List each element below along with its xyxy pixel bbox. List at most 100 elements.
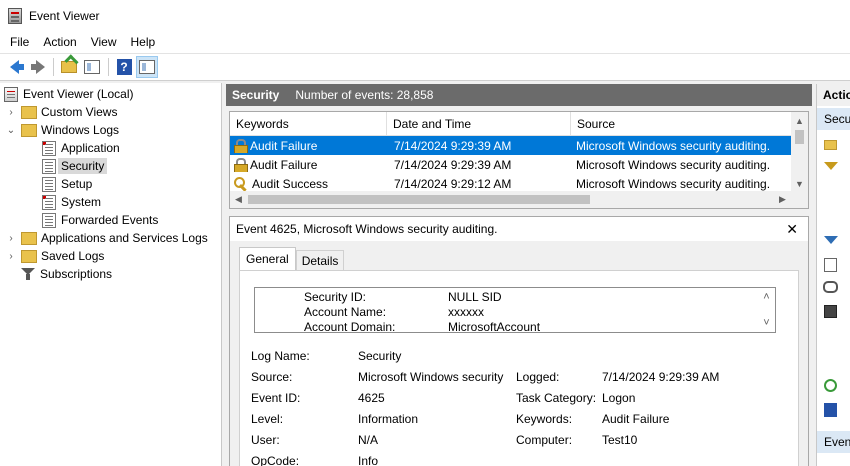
subscriptions-icon [21,267,35,281]
event-viewer-icon [4,86,18,102]
computer-value: Test10 [602,433,638,447]
show-hide-console-tree-button[interactable] [81,56,103,78]
save-icon[interactable] [824,305,837,318]
actions-header: Actio [817,84,850,106]
event-id-value: 4625 [358,391,385,405]
log-icon [42,212,56,228]
scroll-right-icon[interactable]: ▶ [774,191,791,208]
tree-item-saved-logs[interactable]: › Saved Logs [5,247,104,265]
tab-details[interactable]: Details [295,250,345,270]
chevron-right-icon[interactable]: › [5,251,17,262]
up-folder-icon [61,61,77,73]
message-line: Account Name: xxxxxx [304,305,484,319]
event-detail-title: Event 4625, Microsoft Windows security a… [230,217,808,241]
folder-icon [21,123,37,137]
folder-icon [21,249,37,263]
message-line: Security ID: NULL SID [304,290,502,304]
event-row[interactable]: Audit Failure 7/14/2024 9:29:39 AM Micro… [230,136,791,155]
scroll-up-icon[interactable]: ▲ [791,112,808,129]
properties-icon[interactable] [824,258,837,272]
menu-view[interactable]: View [85,35,123,49]
level-label: Level: [251,412,284,426]
event-id-label: Event ID: [251,391,301,405]
event-row[interactable]: Audit Failure 7/14/2024 9:29:39 AM Micro… [230,155,791,174]
keywords-label: Keywords: [516,412,573,426]
chevron-up-icon[interactable]: ˄ [758,288,775,305]
tree-item-root[interactable]: Event Viewer (Local) [4,85,134,103]
folder-icon [21,231,37,245]
column-header-source[interactable]: Source [571,112,791,136]
tree-item-forwarded-events[interactable]: Forwarded Events [42,211,158,229]
message-scrollbar[interactable]: ˄ ˅ [758,288,775,332]
scroll-left-icon[interactable]: ◀ [230,191,247,208]
create-custom-view-icon[interactable] [824,162,838,170]
user-value: N/A [358,433,379,447]
refresh-icon[interactable] [824,379,837,392]
toolbar-separator [53,58,54,76]
console-tree: Event Viewer (Local) › Custom Views ⌄ Wi… [0,83,222,466]
tree-item-security[interactable]: Security [42,157,108,175]
chevron-down-icon[interactable]: ⌄ [5,125,17,136]
chevron-right-icon[interactable]: › [5,107,17,118]
tree-item-apps-services-logs[interactable]: › Applications and Services Logs [5,229,207,247]
user-label: User: [251,433,280,447]
list-header: Keywords Date and Time Source [230,112,791,136]
console-tree-icon [84,60,100,74]
scroll-down-icon[interactable]: ▼ [791,175,808,192]
help-icon[interactable] [824,403,837,417]
tree-item-custom-views[interactable]: › Custom Views [5,103,117,121]
tree-item-system[interactable]: System [42,193,101,211]
events-vertical-scrollbar[interactable]: ▲ ▼ [791,112,808,192]
menu-file[interactable]: File [4,35,35,49]
message-line: Account Domain: MicrosoftAccount [304,320,541,333]
back-button[interactable] [3,56,25,78]
tree-item-setup[interactable]: Setup [42,175,92,193]
scrollbar-thumb[interactable] [248,195,590,204]
open-saved-log-icon[interactable] [824,140,837,150]
action-pane-icon [139,60,155,74]
log-title: Security [232,88,280,102]
log-icon [42,194,56,210]
opcode-label: OpCode: [251,454,300,466]
show-hide-action-pane-button[interactable] [136,56,158,78]
lock-icon [234,157,248,172]
event-count: Number of events: 28,858 [295,88,434,102]
tree-item-subscriptions[interactable]: Subscriptions [21,265,112,283]
column-header-keywords[interactable]: Keywords [230,112,387,136]
event-message-box[interactable]: Security ID: NULL SID Account Name: xxxx… [254,287,776,333]
computer-label: Computer: [516,433,573,447]
folder-icon [21,105,37,119]
menu-action[interactable]: Action [37,35,82,49]
tree-item-application[interactable]: Application [42,139,120,157]
log-header: Security Number of events: 28,858 [226,84,812,106]
task-category-value: Logon [602,391,636,405]
close-icon[interactable]: ✕ [786,221,798,238]
detail-tabs: General Details [239,247,345,270]
actions-section-security[interactable]: Secu [817,108,850,130]
up-folder-button[interactable] [58,56,80,78]
chevron-right-icon[interactable]: › [5,233,17,244]
find-icon[interactable] [823,281,838,293]
window-title: Event Viewer [29,8,100,23]
help-button[interactable]: ? [113,56,135,78]
level-value: Information [358,412,419,426]
task-category-label: Task Category: [516,391,597,405]
column-header-date-time[interactable]: Date and Time [387,112,571,136]
key-icon [234,176,248,191]
log-icon [42,176,56,192]
forward-arrow-icon [30,60,45,74]
events-horizontal-scrollbar[interactable]: ◀ ▶ [230,191,808,208]
toolbar: ? [0,53,850,81]
logged-label: Logged: [516,370,560,384]
filter-current-log-icon[interactable] [824,236,838,244]
actions-section-event[interactable]: Even [817,431,850,453]
keywords-value: Audit Failure [602,412,670,426]
scrollbar-thumb[interactable] [795,130,804,144]
tab-general[interactable]: General [239,247,296,270]
menu-help[interactable]: Help [125,35,162,49]
logged-value: 7/14/2024 9:29:39 AM [602,370,720,384]
tree-item-windows-logs[interactable]: ⌄ Windows Logs [5,121,119,139]
forward-button[interactable] [26,56,48,78]
source-label: Source: [251,370,293,384]
chevron-down-icon[interactable]: ˅ [758,314,775,331]
